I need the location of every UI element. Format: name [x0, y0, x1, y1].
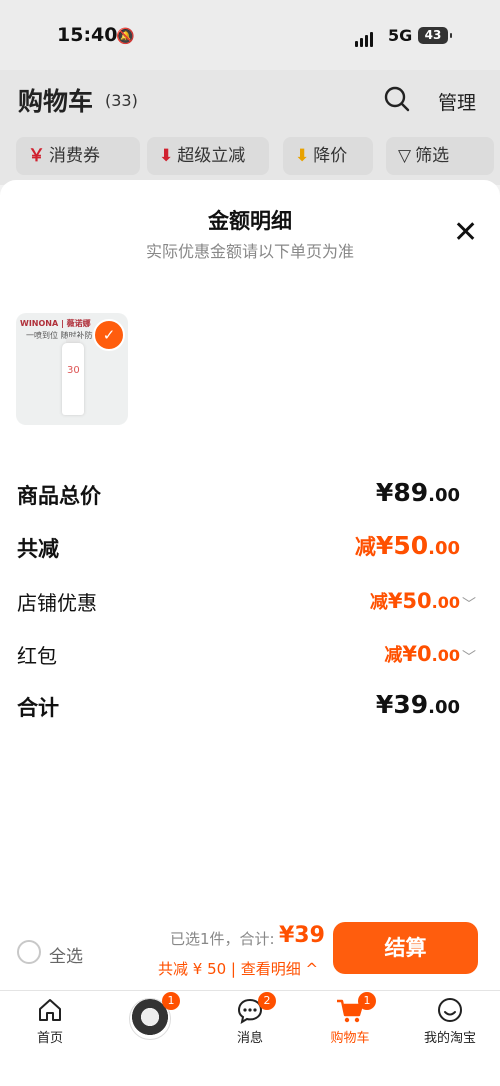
filter-icon: ▽ [398, 146, 412, 166]
select-all-checkbox[interactable] [17, 940, 41, 964]
chip-price-drop[interactable]: ⬇ 降价 [283, 137, 373, 175]
selected-info: 已选1件，合计: [170, 930, 275, 948]
battery-icon: 43 [418, 27, 452, 44]
network-type: 5G [388, 26, 413, 45]
manage-button[interactable]: 管理 [438, 88, 476, 115]
row-value-shop-discount[interactable]: 减¥50.00 [370, 588, 460, 614]
row-label-shop-discount: 店铺优惠 [17, 591, 97, 615]
page-title: 购物车 [18, 87, 94, 116]
row-label-subtotal: 商品总价 [17, 484, 101, 508]
product-brand: WINONA | 薇诺娜 [20, 319, 91, 328]
chip-super-discount[interactable]: ⬇ 超级立减 [147, 137, 269, 175]
coupon-icon: ￥ [28, 146, 45, 166]
tab-label: 消息 [236, 1031, 263, 1046]
tab-home[interactable]: 首页 [0, 992, 100, 1046]
row-label-total: 合计 [17, 696, 59, 720]
row-value-total-discount: 减¥50.00 [354, 531, 460, 560]
close-icon[interactable]: ✕ [453, 218, 478, 248]
tab-label: 我的淘宝 [423, 1031, 476, 1046]
checkout-button[interactable]: 结算 [333, 922, 478, 974]
tab-messages[interactable]: 2 消息 [200, 992, 300, 1046]
tab-label: 购物车 [330, 1031, 370, 1046]
tab-badge: 1 [162, 992, 180, 1010]
arrow-down-icon: ⬇ [295, 146, 310, 166]
tab-label: 首页 [36, 1031, 63, 1046]
product-slogan: 一喷到位 随时补防 [26, 331, 93, 340]
total-price: ¥39 [279, 923, 325, 948]
row-value-total: ¥39.00 [375, 690, 460, 719]
product-bottle [62, 343, 84, 415]
tab-my-taobao[interactable]: 我的淘宝 [400, 992, 500, 1046]
chip-coupon[interactable]: ￥ 消费券 [16, 137, 140, 175]
tab-badge: 1 [358, 992, 376, 1010]
select-all-label[interactable]: 全选 [49, 942, 83, 967]
view-detail-link[interactable]: 共减 ¥ 50 | 查看明细 ^ [158, 958, 318, 979]
chevron-down-icon[interactable]: ﹀ [462, 647, 476, 667]
signal-icon [355, 28, 375, 47]
sheet-subtitle: 实际优惠金额请以下单页为准 [145, 242, 354, 261]
cart-count: (33) [105, 91, 138, 110]
row-label-total-discount: 共减 [17, 537, 59, 561]
sheet-title: 金额明细 [208, 209, 292, 233]
chip-filter[interactable]: ▽ 筛选 [386, 137, 494, 175]
row-label-red-packet: 红包 [17, 644, 57, 668]
row-value-red-packet[interactable]: 减¥0.00 [384, 641, 460, 667]
status-time: 15:40 [57, 24, 118, 46]
tab-badge: 2 [258, 992, 276, 1010]
row-value-subtotal: ¥89.00 [375, 478, 460, 507]
arrow-down-icon: ⬇ [159, 146, 174, 166]
search-icon[interactable] [384, 86, 410, 116]
tab-cart[interactable]: 1 购物车 [300, 992, 400, 1046]
smile-icon [438, 998, 462, 1022]
product-label: 30 [67, 365, 80, 376]
check-icon[interactable]: ✓ [93, 319, 125, 351]
chevron-down-icon[interactable]: ﹀ [462, 594, 476, 614]
home-icon [39, 999, 61, 1021]
bell-muted-icon: 🔕 [116, 27, 135, 45]
